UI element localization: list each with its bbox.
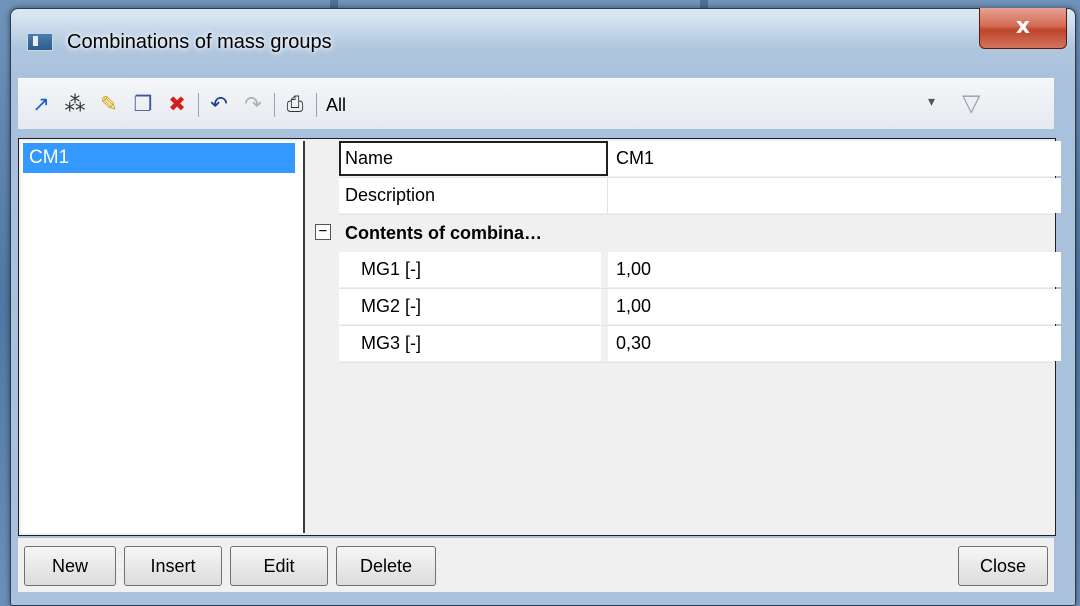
property-key: MG2 [-]: [339, 289, 601, 324]
filter-select[interactable]: All: [326, 95, 346, 116]
edit-button[interactable]: Edit: [230, 546, 328, 586]
property-row-description[interactable]: Description: [339, 178, 1061, 215]
close-window-button[interactable]: x: [979, 8, 1067, 49]
property-key: MG3 [-]: [339, 326, 601, 361]
undo-icon[interactable]: ↶: [206, 91, 232, 117]
group-label: Contents of combina…: [345, 223, 542, 243]
redo-icon[interactable]: ↷: [240, 91, 266, 117]
grid-gutter: [309, 141, 339, 361]
toolbar-separator: [274, 93, 275, 117]
collapse-icon[interactable]: −: [315, 224, 331, 240]
property-key: MG1 [-]: [339, 252, 601, 287]
property-row-mg3[interactable]: MG3 [-] 0,30: [339, 326, 1061, 363]
property-row-name[interactable]: Name CM1: [339, 141, 1061, 178]
list-item[interactable]: CM1: [23, 143, 295, 173]
coefficient-field[interactable]: 0,30: [608, 326, 1061, 361]
close-button[interactable]: Close: [958, 546, 1048, 586]
chevron-down-icon[interactable]: ▾: [928, 93, 935, 110]
app-icon: [27, 33, 53, 51]
edit-pencil-icon[interactable]: ✎: [96, 91, 122, 117]
content-area: CM1 Name CM1 Description − Contents of c…: [18, 138, 1061, 536]
delete-button[interactable]: Delete: [336, 546, 436, 586]
delete-icon[interactable]: ✖: [164, 91, 190, 117]
combination-list[interactable]: CM1: [21, 141, 305, 533]
property-row-mg1[interactable]: MG1 [-] 1,00: [339, 252, 1061, 289]
insert-button[interactable]: Insert: [124, 546, 222, 586]
new-record-icon[interactable]: ↗: [28, 91, 54, 117]
button-bar: New Insert Edit Delete Close: [18, 538, 1054, 592]
filter-icon[interactable]: ▽: [962, 89, 980, 117]
coefficient-field[interactable]: 1,00: [608, 289, 1061, 324]
property-row-mg2[interactable]: MG2 [-] 1,00: [339, 289, 1061, 326]
insert-columns-icon[interactable]: ⁂: [62, 91, 88, 117]
toolbar-separator: [316, 93, 317, 117]
toolbar: ↗ ⁂ ✎ ❐ ✖ ↶ ↷ ⎙ All ▾ ▽: [18, 78, 1054, 129]
copy-icon[interactable]: ❐: [130, 91, 156, 117]
coefficient-field[interactable]: 1,00: [608, 252, 1061, 287]
properties-grid: Name CM1 Description − Contents of combi…: [309, 141, 1061, 533]
toolbar-separator: [198, 93, 199, 117]
print-icon[interactable]: ⎙: [282, 91, 308, 117]
property-key: Name: [339, 141, 608, 176]
description-field[interactable]: [608, 178, 1061, 213]
window-title: Combinations of mass groups: [67, 31, 332, 53]
new-button[interactable]: New: [24, 546, 116, 586]
title-bar: Combinations of mass groups x: [11, 8, 1075, 81]
group-header-contents[interactable]: − Contents of combina…: [309, 215, 1053, 251]
property-key: Description: [339, 178, 608, 213]
name-field[interactable]: CM1: [608, 141, 1061, 176]
